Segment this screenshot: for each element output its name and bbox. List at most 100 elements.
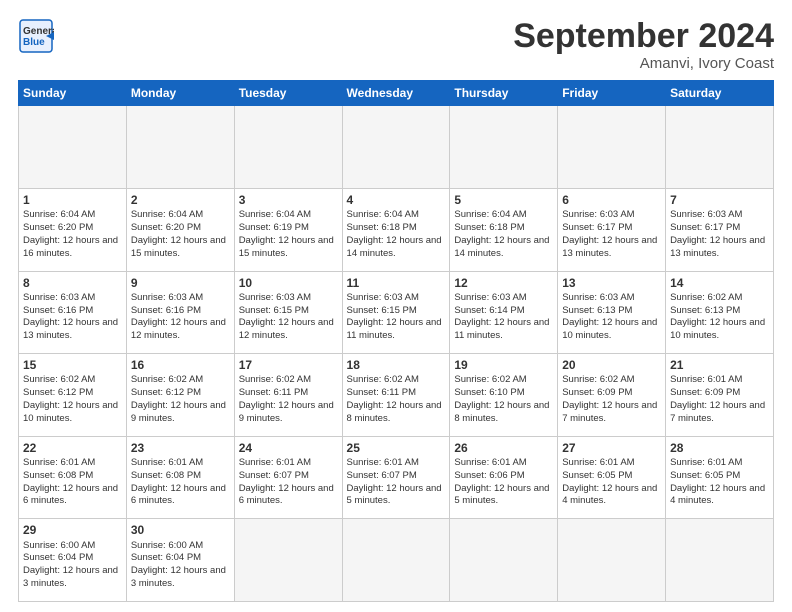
calendar-cell: [126, 106, 234, 189]
calendar-cell: [234, 106, 342, 189]
sunset-text: Sunset: 6:10 PM: [454, 387, 524, 398]
weekday-header-friday: Friday: [558, 81, 666, 106]
sunset-text: Sunset: 6:12 PM: [23, 387, 93, 398]
calendar-cell: [666, 106, 774, 189]
calendar-cell: 12Sunrise: 6:03 AMSunset: 6:14 PMDayligh…: [450, 271, 558, 354]
daylight-text: Daylight: 12 hours and 13 minutes.: [670, 235, 765, 259]
day-number: 15: [23, 357, 122, 373]
calendar-cell: 17Sunrise: 6:02 AMSunset: 6:11 PMDayligh…: [234, 354, 342, 437]
calendar-cell: 19Sunrise: 6:02 AMSunset: 6:10 PMDayligh…: [450, 354, 558, 437]
calendar-cell: 7Sunrise: 6:03 AMSunset: 6:17 PMDaylight…: [666, 188, 774, 271]
calendar-week-2: 8Sunrise: 6:03 AMSunset: 6:16 PMDaylight…: [19, 271, 774, 354]
logo-icon: General Blue: [18, 18, 54, 54]
calendar-week-5: 29Sunrise: 6:00 AMSunset: 6:04 PMDayligh…: [19, 519, 774, 602]
logo: General Blue: [18, 18, 54, 54]
day-number: 2: [131, 192, 230, 208]
sunset-text: Sunset: 6:11 PM: [239, 387, 309, 398]
day-number: 25: [347, 440, 446, 456]
sunset-text: Sunset: 6:11 PM: [347, 387, 417, 398]
day-number: 9: [131, 275, 230, 291]
daylight-text: Daylight: 12 hours and 10 minutes.: [23, 400, 118, 424]
sunset-text: Sunset: 6:16 PM: [23, 305, 93, 316]
sunset-text: Sunset: 6:08 PM: [131, 470, 201, 481]
daylight-text: Daylight: 12 hours and 3 minutes.: [131, 565, 226, 589]
day-number: 29: [23, 522, 122, 538]
sunrise-text: Sunrise: 6:01 AM: [131, 457, 203, 468]
sunrise-text: Sunrise: 6:03 AM: [347, 292, 419, 303]
sunset-text: Sunset: 6:09 PM: [562, 387, 632, 398]
daylight-text: Daylight: 12 hours and 16 minutes.: [23, 235, 118, 259]
daylight-text: Daylight: 12 hours and 6 minutes.: [23, 483, 118, 507]
daylight-text: Daylight: 12 hours and 4 minutes.: [562, 483, 657, 507]
sunrise-text: Sunrise: 6:02 AM: [239, 374, 311, 385]
calendar-cell: 28Sunrise: 6:01 AMSunset: 6:05 PMDayligh…: [666, 436, 774, 519]
daylight-text: Daylight: 12 hours and 10 minutes.: [670, 317, 765, 341]
calendar-cell: [666, 519, 774, 602]
day-number: 17: [239, 357, 338, 373]
day-number: 23: [131, 440, 230, 456]
calendar-cell: 18Sunrise: 6:02 AM Sunset: 6:11 PM Dayligh…: [342, 354, 450, 437]
sunrise-text: Sunrise: 6:01 AM: [347, 457, 419, 468]
daylight-text: Daylight: 12 hours and 6 minutes.: [131, 483, 226, 507]
sunset-text: Sunset: 6:20 PM: [23, 222, 93, 233]
calendar-cell: 26Sunrise: 6:01 AMSunset: 6:06 PMDayligh…: [450, 436, 558, 519]
weekday-header-saturday: Saturday: [666, 81, 774, 106]
calendar-cell: 6Sunrise: 6:03 AMSunset: 6:17 PMDaylight…: [558, 188, 666, 271]
calendar-cell: [558, 106, 666, 189]
calendar-week-1: 1Sunrise: 6:04 AMSunset: 6:20 PMDaylight…: [19, 188, 774, 271]
weekday-header-wednesday: Wednesday: [342, 81, 450, 106]
daylight-text: Daylight: 12 hours and 7 minutes.: [562, 400, 657, 424]
sunrise-text: Sunrise: 6:02 AM: [131, 374, 203, 385]
calendar-cell: 13Sunrise: 6:03 AMSunset: 6:13 PMDayligh…: [558, 271, 666, 354]
title-area: September 2024 Amanvi, Ivory Coast: [513, 18, 774, 72]
day-number: 18: [347, 357, 446, 373]
sunrise-text: Sunrise: 6:01 AM: [562, 457, 634, 468]
calendar-cell: 1Sunrise: 6:04 AMSunset: 6:20 PMDaylight…: [19, 188, 127, 271]
sunrise-text: Sunrise: 6:02 AM: [670, 292, 742, 303]
calendar-cell: [450, 106, 558, 189]
sunrise-text: Sunrise: 6:03 AM: [562, 209, 634, 220]
sunrise-text: Sunrise: 6:03 AM: [131, 292, 203, 303]
calendar-cell: 16Sunrise: 6:02 AMSunset: 6:12 PMDayligh…: [126, 354, 234, 437]
calendar-week-3: 15Sunrise: 6:02 AMSunset: 6:12 PMDayligh…: [19, 354, 774, 437]
sunrise-text: Sunrise: 6:01 AM: [670, 374, 742, 385]
page: General Blue September 2024 Amanvi, Ivor…: [0, 0, 792, 612]
weekday-header-monday: Monday: [126, 81, 234, 106]
sunrise-text: Sunrise: 6:02 AM: [23, 374, 95, 385]
sunset-text: Sunset: 6:09 PM: [670, 387, 740, 398]
calendar-cell: 9Sunrise: 6:03 AMSunset: 6:16 PMDaylight…: [126, 271, 234, 354]
header: General Blue September 2024 Amanvi, Ivor…: [18, 18, 774, 72]
sunrise-text: Sunrise: 6:02 AM: [347, 374, 419, 385]
day-number: 7: [670, 192, 769, 208]
daylight-text: Daylight: 12 hours and 5 minutes.: [454, 483, 549, 507]
sunrise-text: Sunrise: 6:04 AM: [454, 209, 526, 220]
daylight-text: Daylight: 12 hours and 8 minutes.: [454, 400, 549, 424]
month-title: September 2024: [513, 18, 774, 55]
sunset-text: Sunset: 6:13 PM: [670, 305, 740, 316]
calendar-cell: 15Sunrise: 6:02 AM Sunset: 6:12 PM Dayligh…: [19, 354, 127, 437]
daylight-text: Daylight: 12 hours and 7 minutes.: [670, 400, 765, 424]
day-number: 8: [23, 275, 122, 291]
sunrise-text: Sunrise: 6:00 AM: [131, 540, 203, 551]
daylight-text: Daylight: 12 hours and 13 minutes.: [23, 317, 118, 341]
sunset-text: Sunset: 6:05 PM: [562, 470, 632, 481]
daylight-text: Daylight: 12 hours and 12 minutes.: [239, 317, 334, 341]
sunrise-text: Sunrise: 6:02 AM: [562, 374, 634, 385]
day-number: 6: [562, 192, 661, 208]
calendar-cell: [450, 519, 558, 602]
sunrise-text: Sunrise: 6:03 AM: [239, 292, 311, 303]
day-number: 12: [454, 275, 553, 291]
calendar-cell: 3Sunrise: 6:04 AMSunset: 6:19 PMDaylight…: [234, 188, 342, 271]
sunrise-text: Sunrise: 6:02 AM: [454, 374, 526, 385]
daylight-text: Daylight: 12 hours and 11 minutes.: [454, 317, 549, 341]
sunset-text: Sunset: 6:14 PM: [454, 305, 524, 316]
daylight-text: Daylight: 12 hours and 6 minutes.: [239, 483, 334, 507]
calendar-cell: 14Sunrise: 6:02 AMSunset: 6:13 PMDayligh…: [666, 271, 774, 354]
sunset-text: Sunset: 6:12 PM: [131, 387, 201, 398]
day-number: 16: [131, 357, 230, 373]
day-number: 3: [239, 192, 338, 208]
daylight-text: Daylight: 12 hours and 8 minutes.: [347, 400, 442, 424]
calendar-cell: 11Sunrise: 6:03 AMSunset: 6:15 PMDayligh…: [342, 271, 450, 354]
calendar-cell: [342, 106, 450, 189]
day-number: 24: [239, 440, 338, 456]
